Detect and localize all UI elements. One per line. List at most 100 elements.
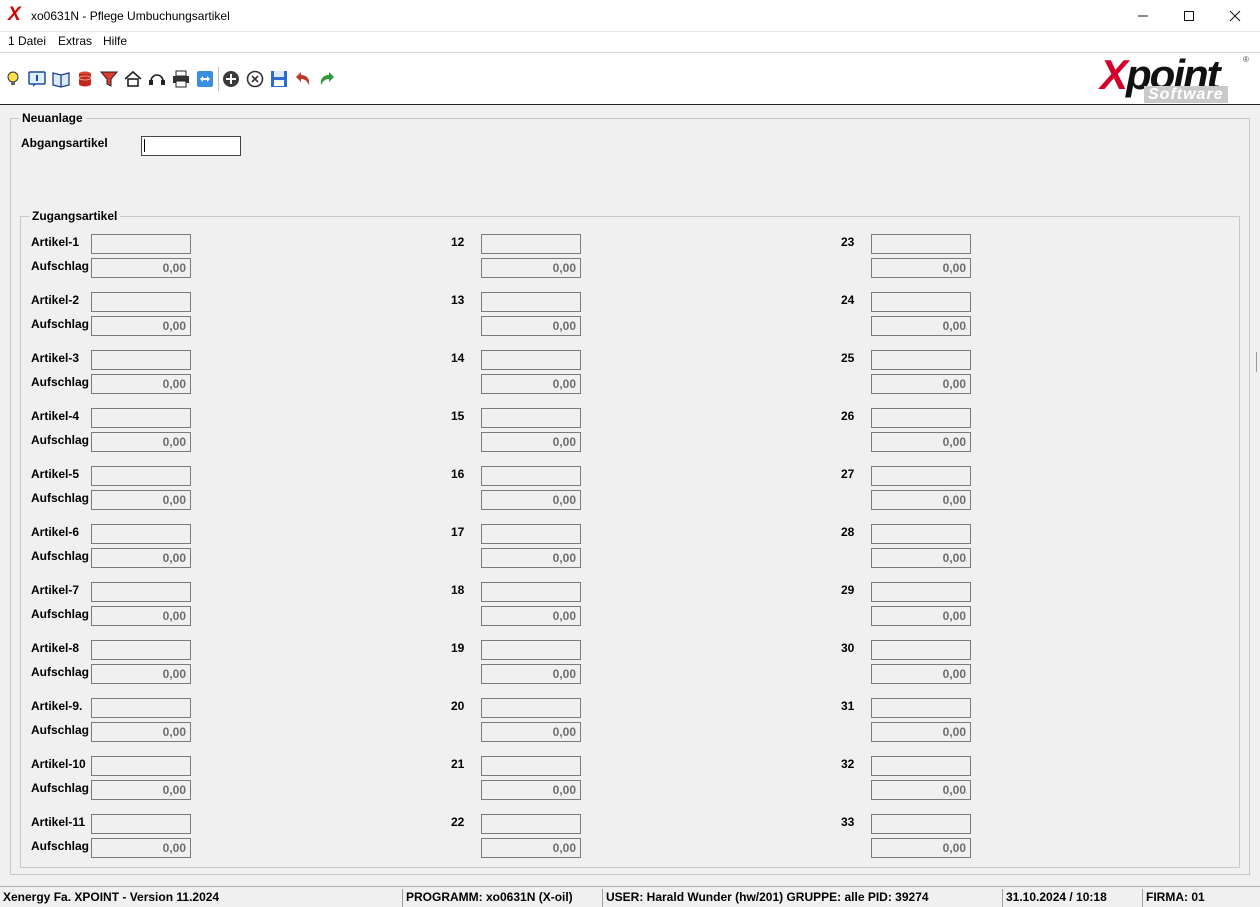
- aufschlag-input[interactable]: 0,00: [871, 838, 971, 858]
- printer-icon[interactable]: [171, 69, 191, 89]
- zugang-article-input[interactable]: [91, 350, 191, 370]
- aufschlag-input[interactable]: 0,00: [871, 780, 971, 800]
- zugang-article-input[interactable]: [871, 640, 971, 660]
- home-icon[interactable]: [123, 69, 143, 89]
- aufschlag-input[interactable]: 0,00: [481, 722, 581, 742]
- zugang-article-input[interactable]: [481, 292, 581, 312]
- zugang-article-input[interactable]: [871, 814, 971, 834]
- aufschlag-input[interactable]: 0,00: [481, 838, 581, 858]
- abgangsartikel-input[interactable]: [141, 136, 241, 156]
- aufschlag-input[interactable]: 0,00: [91, 374, 191, 394]
- aufschlag-input[interactable]: 0,00: [91, 316, 191, 336]
- zugang-article-input[interactable]: [871, 698, 971, 718]
- menu-extras[interactable]: Extras: [56, 34, 94, 48]
- zugang-article-label: 30: [841, 641, 855, 655]
- aufschlag-input[interactable]: 0,00: [481, 374, 581, 394]
- zugang-article-input[interactable]: [871, 466, 971, 486]
- aufschlag-input[interactable]: 0,00: [91, 722, 191, 742]
- aufschlag-input[interactable]: 0,00: [871, 258, 971, 278]
- zugang-article-input[interactable]: [91, 466, 191, 486]
- delete-icon[interactable]: [245, 69, 265, 89]
- zugang-article-input[interactable]: [91, 234, 191, 254]
- aufschlag-input[interactable]: 0,00: [871, 664, 971, 684]
- zugang-article-input[interactable]: [481, 756, 581, 776]
- zugang-article-input[interactable]: [481, 814, 581, 834]
- lightbulb-icon[interactable]: [3, 69, 23, 89]
- aufschlag-label: Aufschlag: [31, 781, 90, 795]
- close-button[interactable]: [1212, 0, 1258, 31]
- aufschlag-input[interactable]: 0,00: [91, 258, 191, 278]
- zugang-article-label: 16: [451, 467, 465, 481]
- window-title: xo0631N - Pflege Umbuchungsartikel: [31, 9, 230, 23]
- database-icon[interactable]: [75, 69, 95, 89]
- save-icon[interactable]: [269, 69, 289, 89]
- undo-icon[interactable]: [293, 69, 313, 89]
- aufschlag-input[interactable]: 0,00: [91, 838, 191, 858]
- zugang-article-input[interactable]: [871, 234, 971, 254]
- zugang-article-input[interactable]: [91, 524, 191, 544]
- maximize-button[interactable]: [1166, 0, 1212, 31]
- aufschlag-input[interactable]: 0,00: [481, 316, 581, 336]
- zugang-article-input[interactable]: [871, 350, 971, 370]
- aufschlag-input[interactable]: 0,00: [871, 374, 971, 394]
- zugang-article-input[interactable]: [91, 640, 191, 660]
- zugang-article-input[interactable]: [481, 408, 581, 428]
- zugang-article-input[interactable]: [871, 408, 971, 428]
- aufschlag-input[interactable]: 0,00: [871, 722, 971, 742]
- filter-icon[interactable]: [99, 69, 119, 89]
- aufschlag-input[interactable]: 0,00: [91, 490, 191, 510]
- aufschlag-input[interactable]: 0,00: [91, 548, 191, 568]
- aufschlag-label: Aufschlag: [31, 723, 90, 737]
- zugang-article-input[interactable]: [871, 582, 971, 602]
- zugang-article-label: Artikel-3: [31, 351, 80, 365]
- aufschlag-input[interactable]: 0,00: [871, 548, 971, 568]
- aufschlag-input[interactable]: 0,00: [871, 316, 971, 336]
- info-icon[interactable]: [27, 69, 47, 89]
- zugang-article-input[interactable]: [481, 466, 581, 486]
- aufschlag-input[interactable]: 0,00: [481, 258, 581, 278]
- zugang-article-input[interactable]: [91, 814, 191, 834]
- menu-hilfe[interactable]: Hilfe: [101, 34, 129, 48]
- zugang-article-input[interactable]: [481, 234, 581, 254]
- aufschlag-input[interactable]: 0,00: [91, 606, 191, 626]
- redo-icon[interactable]: [317, 69, 337, 89]
- teamviewer-icon[interactable]: [195, 69, 215, 89]
- aufschlag-input[interactable]: 0,00: [871, 490, 971, 510]
- zugang-article-input[interactable]: [91, 582, 191, 602]
- logo-subtitle: Software: [1144, 86, 1228, 103]
- zugang-article-label: Artikel-10: [31, 757, 86, 771]
- zugang-article-input[interactable]: [91, 698, 191, 718]
- aufschlag-input[interactable]: 0,00: [91, 664, 191, 684]
- add-icon[interactable]: [221, 69, 241, 89]
- menu-datei[interactable]: 1 Datei: [6, 34, 48, 48]
- zugang-article-label: Artikel-4: [31, 409, 80, 423]
- zugang-article-input[interactable]: [871, 292, 971, 312]
- zugang-article-label: Artikel-6: [31, 525, 80, 539]
- zugang-article-input[interactable]: [871, 756, 971, 776]
- status-user: USER: Harald Wunder (hw/201) GRUPPE: all…: [602, 889, 1000, 907]
- aufschlag-input[interactable]: 0,00: [481, 780, 581, 800]
- zugang-article-label: 17: [451, 525, 465, 539]
- zugang-article-input[interactable]: [481, 350, 581, 370]
- aufschlag-input[interactable]: 0,00: [481, 606, 581, 626]
- zugang-article-input[interactable]: [481, 640, 581, 660]
- aufschlag-input[interactable]: 0,00: [91, 432, 191, 452]
- aufschlag-input[interactable]: 0,00: [481, 490, 581, 510]
- aufschlag-input[interactable]: 0,00: [481, 664, 581, 684]
- headset-icon[interactable]: [147, 69, 167, 89]
- aufschlag-input[interactable]: 0,00: [481, 548, 581, 568]
- zugang-article-input[interactable]: [871, 524, 971, 544]
- book-icon[interactable]: [51, 69, 71, 89]
- zugang-article-input[interactable]: [91, 756, 191, 776]
- aufschlag-input[interactable]: 0,00: [871, 432, 971, 452]
- minimize-button[interactable]: [1120, 0, 1166, 31]
- aufschlag-input[interactable]: 0,00: [91, 780, 191, 800]
- aufschlag-input[interactable]: 0,00: [481, 432, 581, 452]
- zugang-article-input[interactable]: [91, 292, 191, 312]
- zugang-article-input[interactable]: [481, 524, 581, 544]
- zugang-article-input[interactable]: [481, 582, 581, 602]
- zugang-article-input[interactable]: [91, 408, 191, 428]
- xpoint-logo: Xpoint Software ®: [1100, 51, 1252, 105]
- zugang-article-input[interactable]: [481, 698, 581, 718]
- aufschlag-input[interactable]: 0,00: [871, 606, 971, 626]
